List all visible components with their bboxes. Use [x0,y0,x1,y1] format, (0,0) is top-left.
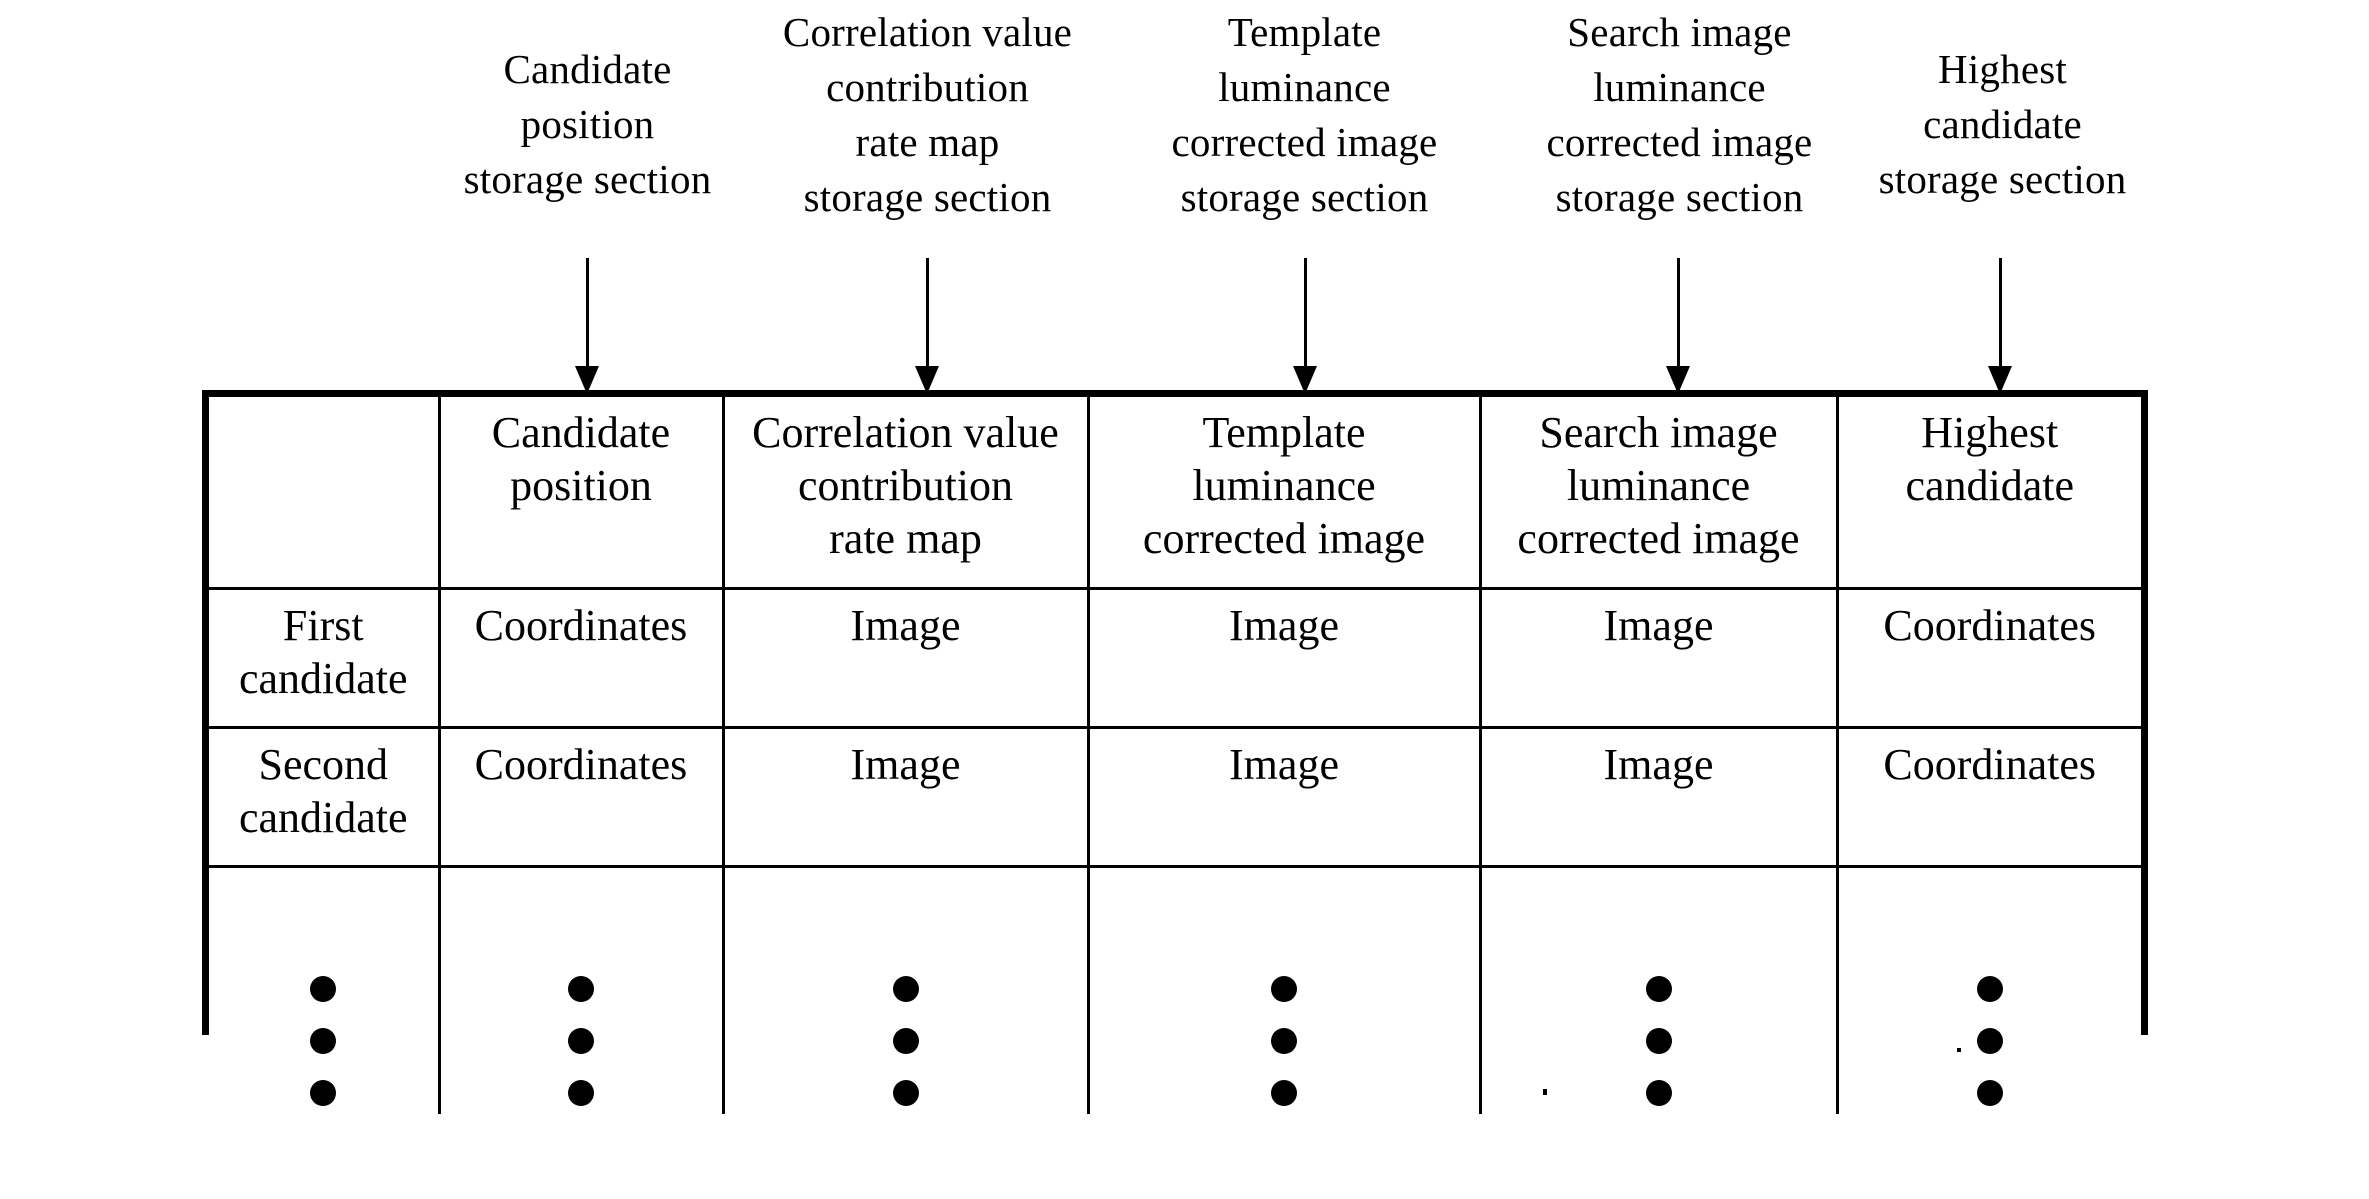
continuation-cell-highest-candidate [1837,866,2141,1114]
cell-second-candidate-position: Coordinates [439,727,725,868]
cell-first-highest-candidate: Coordinates [1837,588,2141,729]
vertical-ellipsis-icon [447,921,716,1165]
arrow-stem [1303,258,1307,371]
row-label-first-candidate: First candidate [209,588,441,729]
continuation-cell-correlation-value-map [723,866,1090,1114]
cell-second-search-image-luminance-image: Image [1480,727,1839,868]
arrow-stem [1676,258,1680,371]
callout-candidate-position-storage-section: Candidate position storage section [463,46,712,202]
callout-search-image-luminance-corrected-image-storage-section: Search image luminance corrected image s… [1546,9,1813,220]
cell-first-candidate-position: Coordinates [439,588,725,729]
continuation-cell-search-image-luminance-image [1480,866,1839,1114]
scan-speck [1543,1089,1547,1095]
vertical-ellipsis-icon [1488,921,1830,1165]
header-cell-corner [209,397,441,590]
continuation-cell-candidate-position [439,866,725,1114]
vertical-ellipsis-icon [215,921,432,1165]
cell-second-highest-candidate: Coordinates [1837,727,2141,868]
continuation-cell-template-luminance-image [1088,866,1482,1114]
table-row: First candidate Coordinates Image Image … [209,588,2141,729]
down-arrow-icon-correlation-value [912,258,942,394]
row-label-second-candidate: Second candidate [209,727,441,868]
arrow-stem [925,258,929,371]
arrow-stem [585,258,589,371]
cell-second-correlation-value-map: Image [723,727,1090,868]
down-arrow-icon-template-luminance [1290,258,1320,394]
diagram-canvas: Candidate position storage section Corre… [0,0,2369,1199]
vertical-ellipsis-icon [1845,921,2136,1165]
callout-template-luminance-corrected-image-storage-section: Template luminance corrected image stora… [1171,9,1438,220]
down-arrow-icon-candidate-position [572,258,602,394]
arrow-stem [1998,258,2002,371]
storage-sections-grid: Candidate position Correlation value con… [209,397,2141,1114]
table-continuation-row [209,866,2141,1114]
continuation-cell-row-label [209,866,441,1114]
callout-highest-candidate-storage-section: Highest candidate storage section [1878,46,2127,202]
cell-second-template-luminance-image: Image [1088,727,1482,868]
scan-speck [1957,1048,1961,1052]
header-cell-highest-candidate: Highest candidate [1837,397,2141,590]
header-cell-template-luminance-corrected-image: Template luminance corrected image [1088,397,1482,590]
down-arrow-icon-highest-candidate [1985,258,2015,394]
header-cell-correlation-value-contribution-rate-map: Correlation value contribution rate map [723,397,1090,590]
cell-first-correlation-value-map: Image [723,588,1090,729]
down-arrow-icon-search-image-luminance [1663,258,1693,394]
vertical-ellipsis-icon [1096,921,1473,1165]
callout-correlation-value-contribution-rate-map-storage-section: Correlation value contribution rate map … [782,9,1073,220]
table-row: Second candidate Coordinates Image Image… [209,727,2141,868]
header-cell-search-image-luminance-corrected-image: Search image luminance corrected image [1480,397,1839,590]
cell-first-search-image-luminance-image: Image [1480,588,1839,729]
vertical-ellipsis-icon [731,921,1081,1165]
table-header-row: Candidate position Correlation value con… [209,397,2141,590]
cell-first-template-luminance-image: Image [1088,588,1482,729]
header-cell-candidate-position: Candidate position [439,397,725,590]
storage-sections-table: Candidate position Correlation value con… [202,390,2148,1114]
